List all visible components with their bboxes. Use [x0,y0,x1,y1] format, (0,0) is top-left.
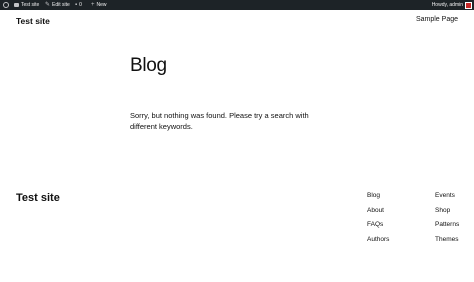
new-content-link[interactable]: + New [91,0,107,10]
edit-site-link[interactable]: ✎ Edit site [45,0,70,10]
account-menu[interactable]: Howdy, admin [432,0,463,10]
home-icon [14,3,19,7]
comment-icon: ▪ [75,2,78,8]
footer-link-events[interactable]: Events [435,192,455,199]
no-results-message: Sorry, but nothing was found. Please try… [130,111,309,131]
avatar-button[interactable] [463,0,472,10]
footer-link-themes[interactable]: Themes [435,236,458,243]
admin-bar: Test site ✎ Edit site ▪ 0 + New Howdy, a… [0,0,474,10]
footer-nav-column-1: Blog About FAQs Authors [367,191,389,250]
edit-site-label: Edit site [52,2,70,8]
footer-link-faqs[interactable]: FAQs [367,221,383,228]
site-name-label: Test site [21,2,40,8]
footer-link-patterns[interactable]: Patterns [435,221,459,228]
footer-link-shop[interactable]: Shop [435,207,450,214]
footer-link-about[interactable]: About [367,207,384,214]
comments-count: 0 [79,2,82,8]
avatar [465,1,472,9]
wordpress-logo-button[interactable] [3,0,9,10]
nav-sample-page[interactable]: Sample Page [416,16,458,23]
page-title: Blog [130,55,167,76]
new-label: New [96,2,107,8]
plus-icon: + [91,2,95,8]
comments-link[interactable]: ▪ 0 [75,0,82,10]
footer-link-blog[interactable]: Blog [367,192,380,199]
footer-link-authors[interactable]: Authors [367,236,389,243]
site-title[interactable]: Test site [16,16,50,26]
footer-nav-column-2: Events Shop Patterns Themes [435,191,459,250]
footer-site-title[interactable]: Test site [16,192,60,204]
pencil-icon: ✎ [45,2,51,8]
site-name-link[interactable]: Test site [14,0,39,10]
wordpress-icon [3,2,9,8]
greeting-label: Howdy, admin [431,2,463,8]
